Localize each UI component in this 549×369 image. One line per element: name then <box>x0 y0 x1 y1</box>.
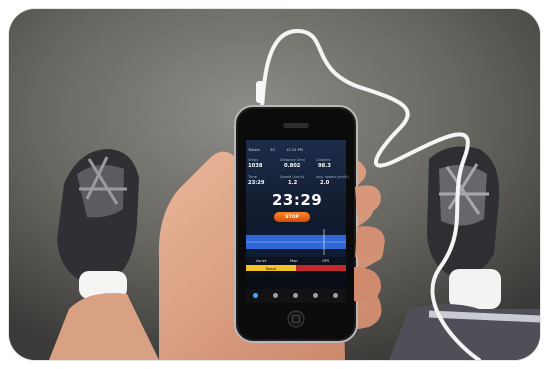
reset-button-alt[interactable] <box>296 265 346 271</box>
avg-speed-label: Avg. speed (km/h) <box>316 175 349 179</box>
tab-map[interactable] <box>288 293 302 303</box>
distance-value: 0.802 <box>284 163 301 169</box>
distance-label: Distance (km) <box>280 158 306 162</box>
stop-button[interactable]: STOP <box>274 212 310 222</box>
fitness-app-screen: Telstra 3G 12:15 PM Steps 1038 Distance … <box>238 113 354 335</box>
status-carrier: Telstra <box>248 148 260 152</box>
speed-label: Speed (km/h) <box>280 175 305 179</box>
headphone-plug <box>256 81 264 103</box>
tab-home[interactable] <box>248 293 262 303</box>
tab-music[interactable] <box>268 293 282 303</box>
tab-bar <box>246 289 346 303</box>
steps-label: Steps <box>248 158 259 162</box>
workout-timer: 23:29 <box>272 191 323 209</box>
tab-more[interactable] <box>328 293 342 303</box>
music-tab-icon <box>272 293 278 298</box>
steps-value: 1038 <box>248 163 263 169</box>
more-tab-icon <box>332 293 338 298</box>
status-network: 3G <box>270 148 276 152</box>
time-label: Time <box>248 175 257 179</box>
photo-frame: Telstra 3G 12:15 PM Steps 1038 Distance … <box>9 9 540 360</box>
calories-value: 98.3 <box>318 163 331 169</box>
avg-speed-value: 2.0 <box>320 180 330 186</box>
shorts-stripe <box>428 310 540 323</box>
mode-gps-label[interactable]: GPS <box>322 259 329 263</box>
mode-left-label[interactable]: Avnet <box>256 259 266 263</box>
reset-button[interactable]: Reset <box>246 265 296 271</box>
calories-label: Calories <box>316 158 331 162</box>
settings-tab-icon <box>312 293 318 298</box>
right-sock <box>449 269 501 309</box>
status-time: 12:15 PM <box>286 148 303 152</box>
home-tab-icon <box>252 293 258 298</box>
mode-map-label[interactable]: Map <box>290 259 298 263</box>
map-tab-icon <box>292 293 298 298</box>
tab-settings[interactable] <box>308 293 322 303</box>
speed-chart <box>246 227 346 257</box>
time-value: 23:29 <box>248 180 265 186</box>
speed-value: 1.2 <box>288 180 298 186</box>
